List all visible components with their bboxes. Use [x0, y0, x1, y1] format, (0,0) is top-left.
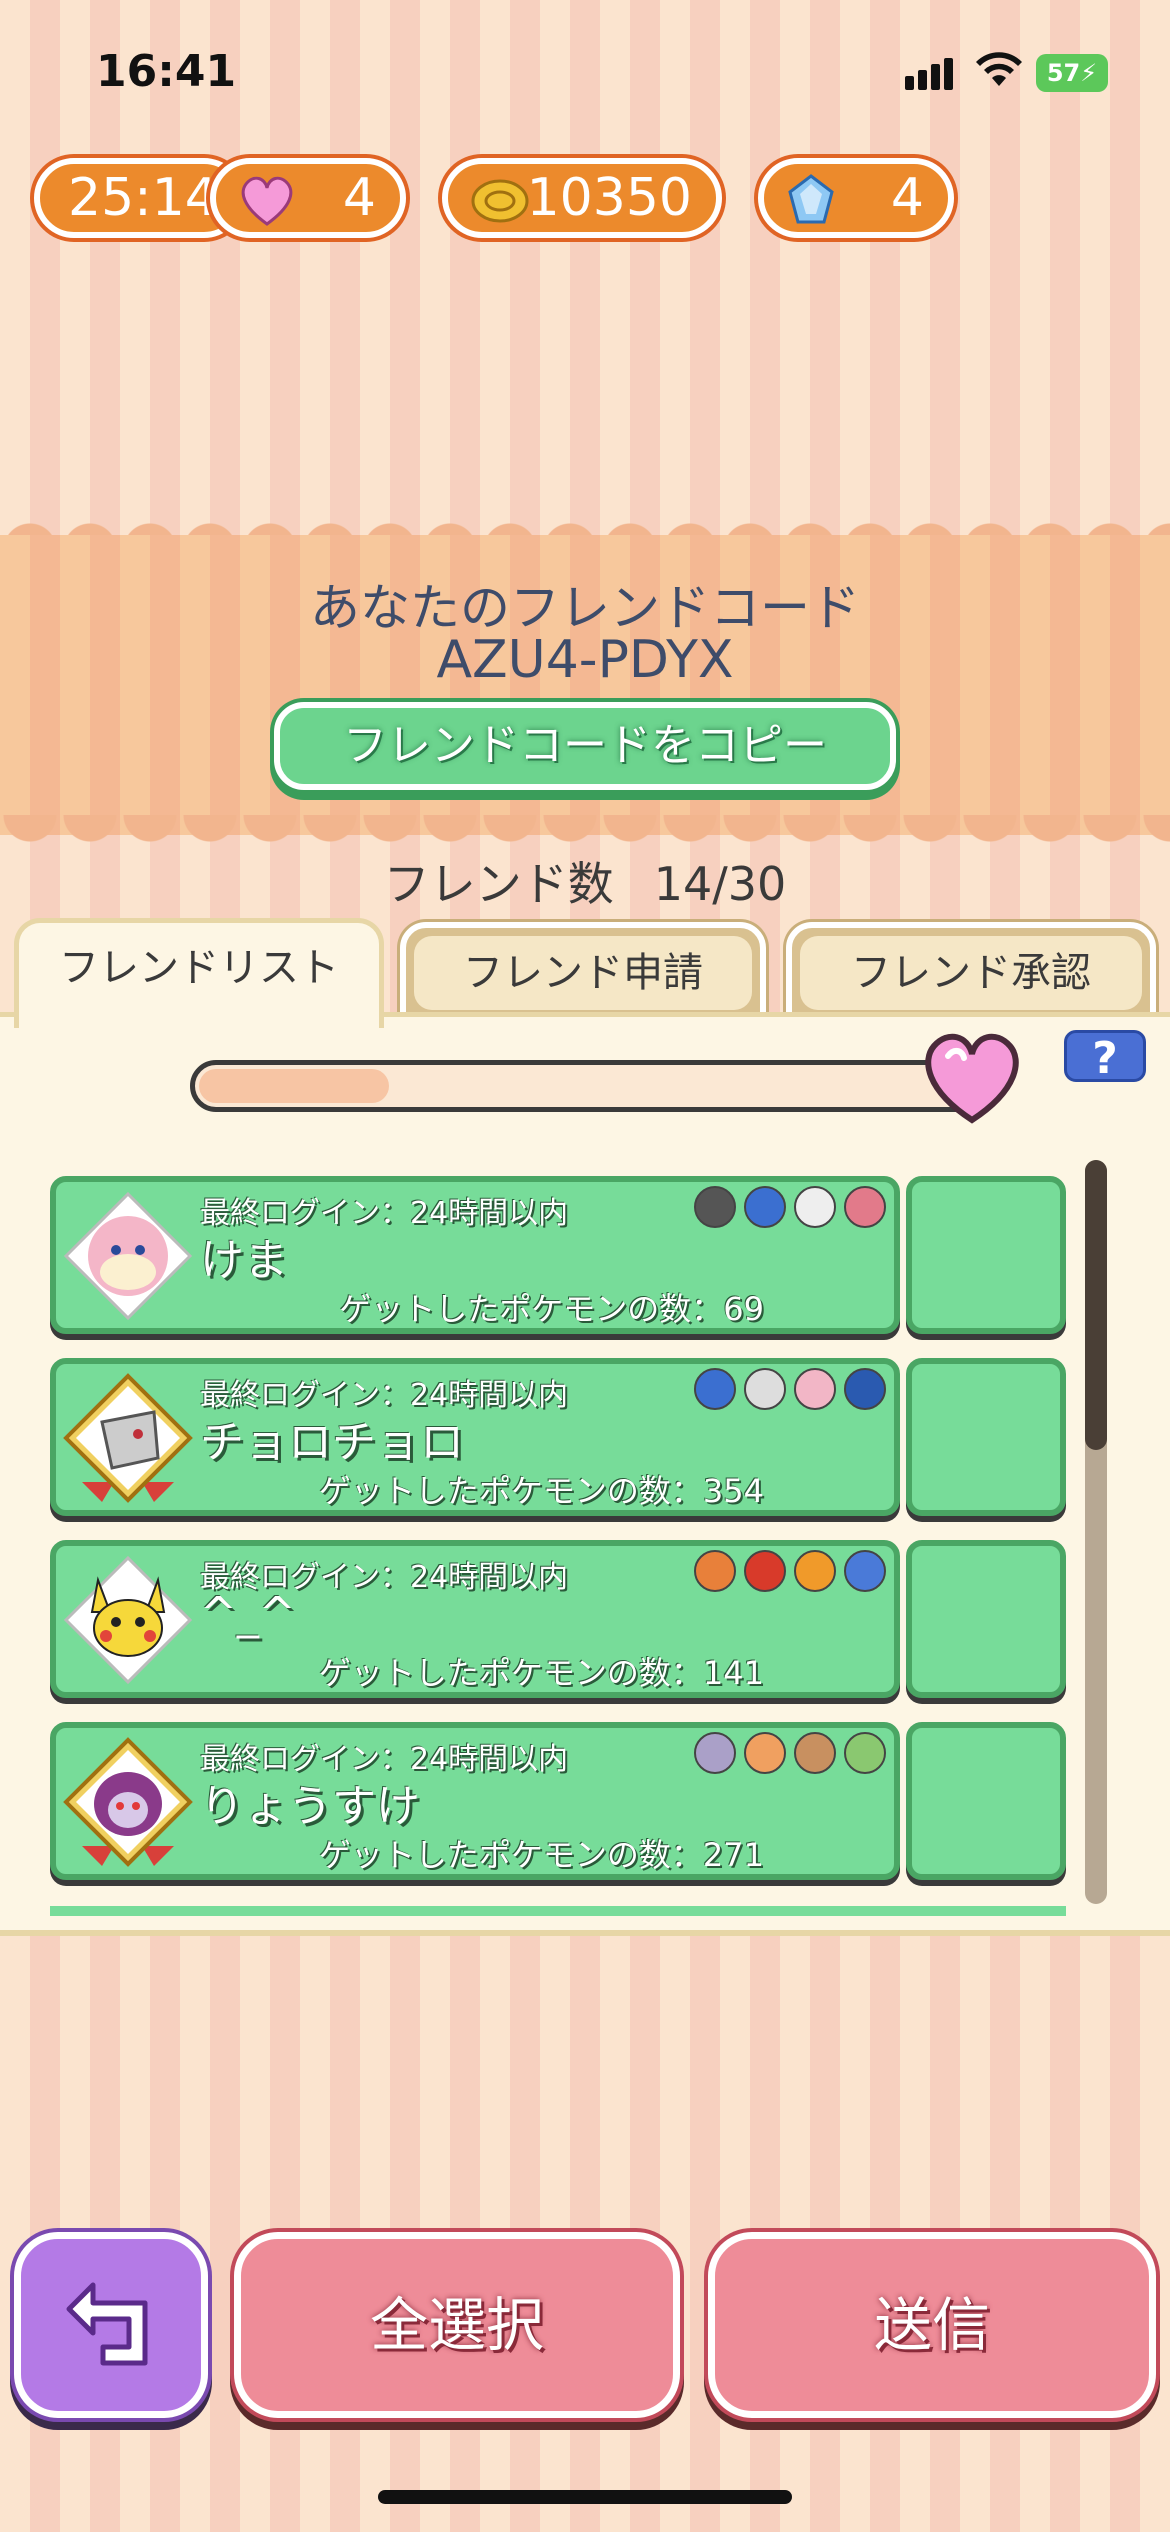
friend-row[interactable]: 最終ログイン：24時間以内 チョロチョロ ゲットしたポケモンの数：354	[50, 1358, 900, 1516]
friend-count: フレンド数 14/30	[0, 848, 1170, 914]
heart-slider-fill	[199, 1069, 389, 1103]
pokemon-icon	[694, 1550, 736, 1592]
help-button[interactable]: ?	[1064, 1030, 1146, 1084]
hoopa-icon	[62, 1736, 194, 1868]
friend-name: けま	[200, 1235, 288, 1286]
pokemon-icon	[794, 1368, 836, 1410]
home-indicator[interactable]	[378, 2490, 792, 2504]
friend-select-checkbox[interactable]	[906, 1722, 1066, 1880]
pokemon-icon	[744, 1368, 786, 1410]
pokemon-icon	[744, 1550, 786, 1592]
pokemon-icon	[844, 1368, 886, 1410]
copy-friend-code-button[interactable]: フレンドコードをコピー	[274, 702, 896, 790]
pokemon-icons	[686, 1732, 886, 1778]
friend-count-value: 14/30	[653, 857, 787, 911]
hearts-counter: 4	[210, 158, 406, 238]
jewel-counter: 4	[758, 158, 954, 238]
friend-name: りょうすけ	[200, 1781, 420, 1832]
friend-code-value: AZU4-PDYX	[436, 630, 734, 690]
friend-row[interactable]: 最終ログイン：24時間以内 けま ゲットしたポケモンの数：69	[50, 1176, 900, 1334]
pokemon-icon	[844, 1732, 886, 1774]
pokemon-icon	[794, 1550, 836, 1592]
caught-count-text: ゲットしたポケモンの数：69	[339, 1290, 764, 1328]
back-arrow-icon	[63, 2275, 159, 2375]
pokemon-icons	[686, 1368, 886, 1414]
caught-count-text: ゲットしたポケモンの数：354	[318, 1472, 764, 1510]
next-friend-row-peek	[50, 1906, 1066, 1916]
tab-friend-list[interactable]: フレンドリスト	[14, 918, 384, 1028]
status-time: 16:41	[96, 46, 237, 97]
pokemon-icon	[794, 1732, 836, 1774]
coin-icon	[470, 174, 530, 242]
pokemon-icons	[686, 1186, 886, 1232]
caught-count-text: ゲットしたポケモンの数：141	[318, 1654, 764, 1692]
pokemon-icon	[794, 1186, 836, 1228]
friend-name: ^_^	[200, 1588, 296, 1639]
wifi-icon	[974, 50, 1024, 94]
coin-counter: 10350	[442, 158, 722, 238]
tab-friend-requests[interactable]: フレンド申請	[400, 922, 766, 1022]
pokemon-icon	[744, 1732, 786, 1774]
pokemon-icon	[694, 1368, 736, 1410]
pokemon-icon	[694, 1186, 736, 1228]
heart-slider[interactable]	[190, 1060, 1000, 1112]
status-bar: 16:41 57⚡	[0, 0, 1170, 150]
pokemon-icon	[844, 1550, 886, 1592]
battery-indicator: 57⚡	[1036, 54, 1108, 92]
heart-icon	[238, 174, 296, 243]
select-all-button[interactable]: 全選択	[234, 2232, 680, 2418]
pokemon-icon	[694, 1732, 736, 1774]
friend-select-checkbox[interactable]	[906, 1358, 1066, 1516]
audino-icon	[62, 1190, 194, 1322]
cellular-signal-icon	[905, 58, 957, 90]
pikachu-icon	[62, 1554, 194, 1686]
tab-friend-approvals[interactable]: フレンド承認	[786, 922, 1156, 1022]
send-button[interactable]: 送信	[708, 2232, 1156, 2418]
list-scrollbar-thumb[interactable]	[1085, 1160, 1107, 1450]
silvally-icon	[62, 1372, 194, 1504]
caught-count-text: ゲットしたポケモンの数：271	[318, 1836, 764, 1874]
pokemon-icon	[844, 1186, 886, 1228]
friend-select-checkbox[interactable]	[906, 1540, 1066, 1698]
friend-select-checkbox[interactable]	[906, 1176, 1066, 1334]
friend-name: チョロチョロ	[200, 1417, 464, 1468]
friend-row[interactable]: 最終ログイン：24時間以内 ^_^ ゲットしたポケモンの数：141	[50, 1540, 900, 1698]
jewel-icon	[786, 174, 836, 243]
friend-count-label: フレンド数	[383, 857, 614, 911]
slider-heart-handle-icon[interactable]	[918, 1030, 1026, 1130]
pokemon-icons	[686, 1550, 886, 1596]
back-button[interactable]	[14, 2232, 208, 2418]
banner-scallop-bottom	[0, 815, 1170, 845]
friend-row[interactable]: 最終ログイン：24時間以内 りょうすけ ゲットしたポケモンの数：271	[50, 1722, 900, 1880]
pokemon-icon	[744, 1186, 786, 1228]
